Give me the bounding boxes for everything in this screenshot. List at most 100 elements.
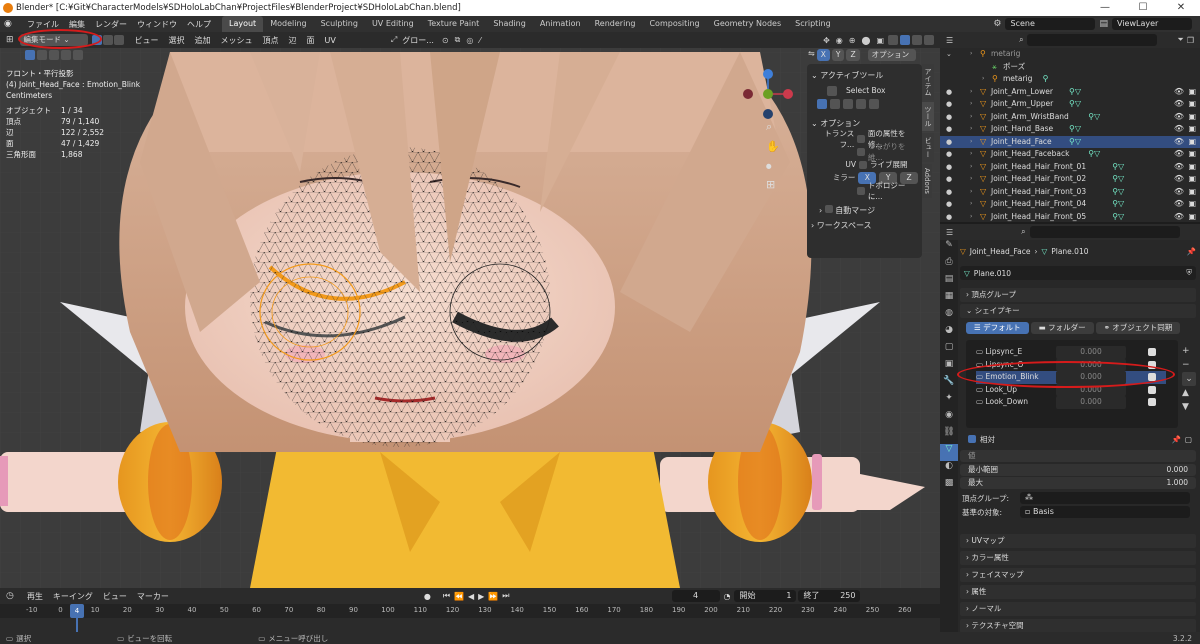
viewlayer-field[interactable]: ViewLayer: [1112, 18, 1192, 30]
basis-field[interactable]: ▫ Basis: [1020, 506, 1190, 518]
properties-editor-icon[interactable]: ☰: [946, 228, 953, 237]
sidebar-tab-view[interactable]: ビュー: [922, 133, 934, 162]
visibility-eye-icon[interactable]: 👁: [1174, 198, 1184, 211]
vgroup-field[interactable]: ⁂: [1020, 492, 1190, 504]
move-down-icon[interactable]: ▼: [1182, 400, 1196, 414]
modifier-tab-icon[interactable]: 🔧: [940, 376, 958, 393]
row-dot-icon[interactable]: ●: [946, 136, 952, 149]
expand-arrow-icon[interactable]: ›: [970, 136, 972, 149]
menu-view[interactable]: ビュー: [130, 35, 164, 46]
select-new-icon[interactable]: [25, 50, 35, 60]
outliner-row[interactable]: ⌄ › ⚲ metarig: [940, 48, 1200, 61]
row-dot-icon[interactable]: ●: [946, 161, 952, 174]
cursor-icon[interactable]: ✥: [820, 36, 833, 45]
outliner-row[interactable]: ● › ▽ Joint_Head_Hair_Front_01 ⚲▽ 👁 ▣: [940, 161, 1200, 174]
render-tab-icon[interactable]: ⎙: [940, 257, 958, 274]
axis-y-icon[interactable]: [763, 89, 773, 99]
end-frame-field[interactable]: 終了 250: [798, 590, 861, 602]
visibility-eye-icon[interactable]: 👁: [1174, 136, 1184, 149]
outliner-row[interactable]: › ⚲ metarig ⚲: [940, 73, 1200, 86]
texture-tab-icon[interactable]: ▩: [940, 478, 958, 495]
outliner-search-input[interactable]: [1026, 34, 1157, 46]
menu-marker[interactable]: マーカー: [132, 591, 174, 602]
filter-icon[interactable]: ⏷: [1177, 35, 1183, 45]
section-panel[interactable]: › フェイスマップ: [960, 568, 1196, 582]
shape-key-menu-icon[interactable]: ⌄: [1182, 372, 1196, 386]
row-dot-icon[interactable]: ●: [946, 186, 952, 199]
section-panel[interactable]: › テクスチャ空間: [960, 619, 1196, 632]
visibility-eye-icon[interactable]: 👁: [1174, 161, 1184, 174]
section-panel[interactable]: › ノーマル: [960, 602, 1196, 616]
outliner-row[interactable]: ● › ▽ Joint_Arm_Upper ⚲▽ 👁 ▣: [940, 98, 1200, 111]
constraint-tab-icon[interactable]: ⛓: [940, 427, 958, 444]
max-field[interactable]: 最大 1.000: [960, 477, 1196, 489]
shape-key-row[interactable]: ▭ Look_Down 0.000: [976, 396, 1166, 409]
expand-arrow-icon[interactable]: ›: [970, 211, 972, 223]
shading-wire-icon[interactable]: [888, 35, 898, 45]
expand-arrow-icon[interactable]: ›: [982, 73, 984, 86]
outliner-row[interactable]: ● › ▽ Joint_Hand_Base ⚲▽ 👁 ▣: [940, 123, 1200, 136]
row-dot-icon[interactable]: ●: [946, 86, 952, 99]
options-dropdown[interactable]: オプション: [867, 49, 916, 61]
add-shape-key-icon[interactable]: +: [1182, 344, 1196, 358]
shape-key-mute-checkbox[interactable]: [1148, 398, 1156, 406]
expand-arrow-icon[interactable]: ›: [970, 186, 972, 199]
menu-add[interactable]: 追加: [190, 35, 216, 46]
blender-menu-icon[interactable]: ◉: [4, 19, 18, 29]
outliner-row[interactable]: ● › ▽ Joint_Head_Hair_Front_04 ⚲▽ 👁 ▣: [940, 198, 1200, 211]
menu-mesh[interactable]: メッシュ: [216, 35, 258, 46]
render-camera-icon[interactable]: ▣: [1188, 161, 1196, 174]
menu-vertex[interactable]: 頂点: [258, 35, 284, 46]
tool-tab-icon[interactable]: ✎: [940, 240, 958, 257]
mode-inv-icon[interactable]: [856, 98, 866, 109]
row-dot-icon[interactable]: ●: [946, 123, 952, 136]
outliner-row[interactable]: ● › ▽ Joint_Arm_Lower ⚲▽ 👁 ▣: [940, 86, 1200, 99]
live-unwrap-checkbox[interactable]: [859, 160, 867, 169]
fake-user-icon[interactable]: ⛨: [1186, 268, 1192, 278]
keep-connected-checkbox[interactable]: [857, 147, 865, 156]
visibility-eye-icon[interactable]: 👁: [1174, 123, 1184, 136]
outliner-row[interactable]: ● › ▽ Joint_Head_Hair_Front_05 ⚲▽ 👁 ▣: [940, 211, 1200, 223]
tab-texture-paint[interactable]: Texture Paint: [421, 16, 487, 32]
tab-uv-editing[interactable]: UV Editing: [365, 16, 421, 32]
menu-help[interactable]: ヘルプ: [182, 19, 216, 30]
topology-mirror-checkbox[interactable]: [857, 186, 865, 195]
tab-folder[interactable]: ▬ フォルダー: [1030, 322, 1094, 334]
edit-mode-icon[interactable]: ▢: [1185, 435, 1192, 444]
visibility-eye-icon[interactable]: 👁: [1174, 173, 1184, 186]
render-camera-icon[interactable]: ▣: [1188, 86, 1196, 99]
expand-arrow-icon[interactable]: ›: [970, 148, 972, 161]
transform-orientation-dropdown[interactable]: グロー...: [397, 35, 439, 46]
proportional-icon[interactable]: ◎: [463, 36, 476, 45]
visibility-eye-icon[interactable]: 👁: [1174, 86, 1184, 99]
object-tab-icon[interactable]: ▣: [940, 359, 958, 376]
auto-merge-header[interactable]: › 自動マージ: [811, 205, 918, 216]
jump-end-icon[interactable]: ⏭: [500, 591, 511, 601]
mode-extend-icon[interactable]: [830, 98, 840, 109]
mirror-icon[interactable]: ⇋: [808, 49, 815, 61]
graph-icon[interactable]: ⁄: [476, 36, 483, 45]
tab-modeling[interactable]: Modeling: [263, 16, 313, 32]
pin-icon[interactable]: 📌: [1187, 247, 1196, 256]
select-subtract-icon[interactable]: [49, 50, 59, 60]
sidebar-tab-tool[interactable]: ツール: [922, 102, 934, 131]
render-camera-icon[interactable]: ▣: [1188, 111, 1196, 124]
expand-arrow-icon[interactable]: ›: [970, 161, 972, 174]
scene-tab-icon[interactable]: ◍: [940, 308, 958, 325]
row-dot-icon[interactable]: ●: [946, 148, 952, 161]
section-panel[interactable]: › カラー属性: [960, 551, 1196, 565]
scene-field[interactable]: Scene: [1005, 18, 1096, 30]
visibility-eye-icon[interactable]: 👁: [1174, 148, 1184, 161]
tab-shading[interactable]: Shading: [486, 16, 533, 32]
clock-icon[interactable]: ◔: [720, 592, 735, 601]
render-camera-icon[interactable]: ▣: [1188, 148, 1196, 161]
shape-key-mute-checkbox[interactable]: [1148, 348, 1156, 356]
menu-render[interactable]: レンダー: [90, 19, 132, 30]
menu-select[interactable]: 選択: [164, 35, 190, 46]
mirror-y-toggle[interactable]: Y: [831, 49, 845, 61]
timeline-editor-icon[interactable]: ◷: [6, 591, 14, 601]
gizmo-icon[interactable]: ⊕: [846, 36, 859, 45]
visibility-eye-icon[interactable]: 👁: [1174, 211, 1184, 223]
row-dot-icon[interactable]: ●: [946, 198, 952, 211]
expand-arrow-icon[interactable]: ›: [970, 198, 972, 211]
